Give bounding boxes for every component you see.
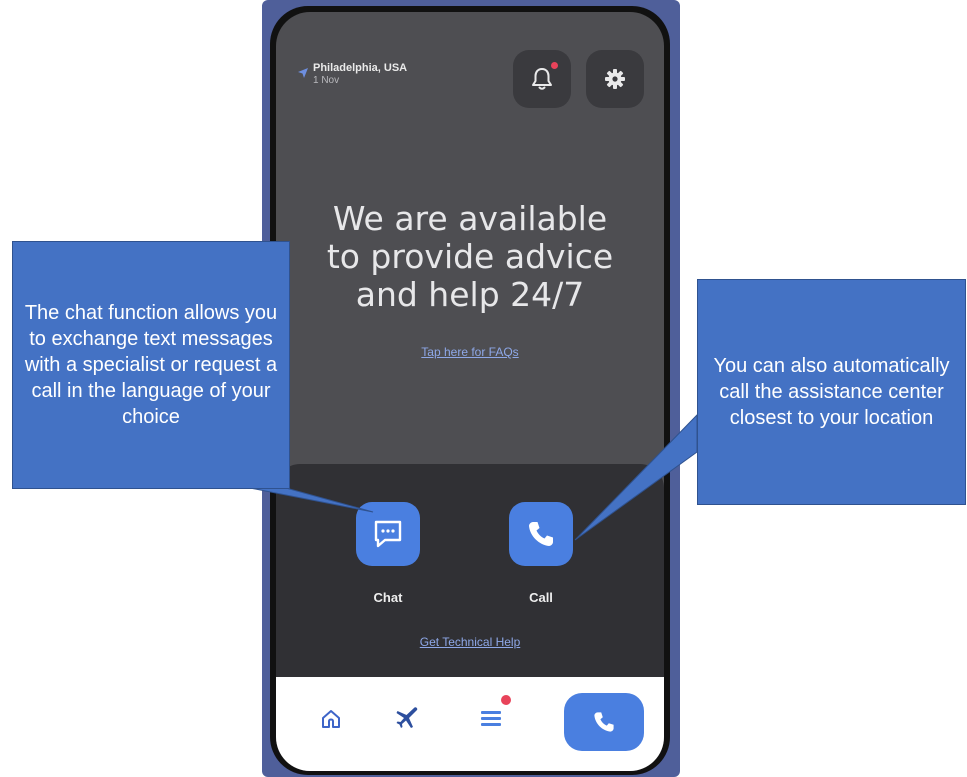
settings-button[interactable] [586,50,644,108]
notifications-button[interactable] [513,50,571,108]
list-icon [481,711,501,726]
home-icon [322,710,340,728]
technical-help-link[interactable]: Get Technical Help [276,635,664,649]
tab-call[interactable] [564,693,644,751]
notification-dot [551,62,558,69]
chat-button[interactable] [356,502,420,566]
gear-icon [605,69,625,89]
chat-callout-text: The chat function allows you to exchange… [24,302,278,428]
call-button[interactable] [509,502,573,566]
headline-line-3: and help 24/7 [355,274,585,314]
plane-icon [396,707,418,728]
tab-home[interactable] [309,697,353,741]
headline-line-2: to provide advice [326,236,614,276]
headline-line-1: We are available [332,199,608,238]
tab-trips[interactable] [386,697,430,741]
chat-bubble-icon [374,520,402,548]
phone-icon [594,712,614,732]
call-label: Call [529,590,553,605]
location-date: 1 Nov [313,75,340,86]
app-screen: Philadelphia, USA 1 Nov We are available… [276,12,664,771]
headline: We are available to provide advice and h… [276,200,664,314]
phone: Philadelphia, USA 1 Nov We are available… [270,6,670,775]
tab-list[interactable] [469,695,513,741]
list-notification-dot [501,695,511,705]
faq-link[interactable]: Tap here for FAQs [276,345,664,359]
call-callout-text: You can also automatically call the assi… [713,355,950,429]
chat-callout: The chat function allows you to exchange… [12,241,290,489]
bottom-tab-bar [276,677,664,771]
call-callout: You can also automatically call the assi… [697,279,966,505]
chat-label: Chat [373,590,403,605]
location-arrow-icon [298,68,308,78]
bell-icon [532,68,552,90]
location-city: Philadelphia, USA [313,62,408,74]
phone-icon [529,522,553,546]
